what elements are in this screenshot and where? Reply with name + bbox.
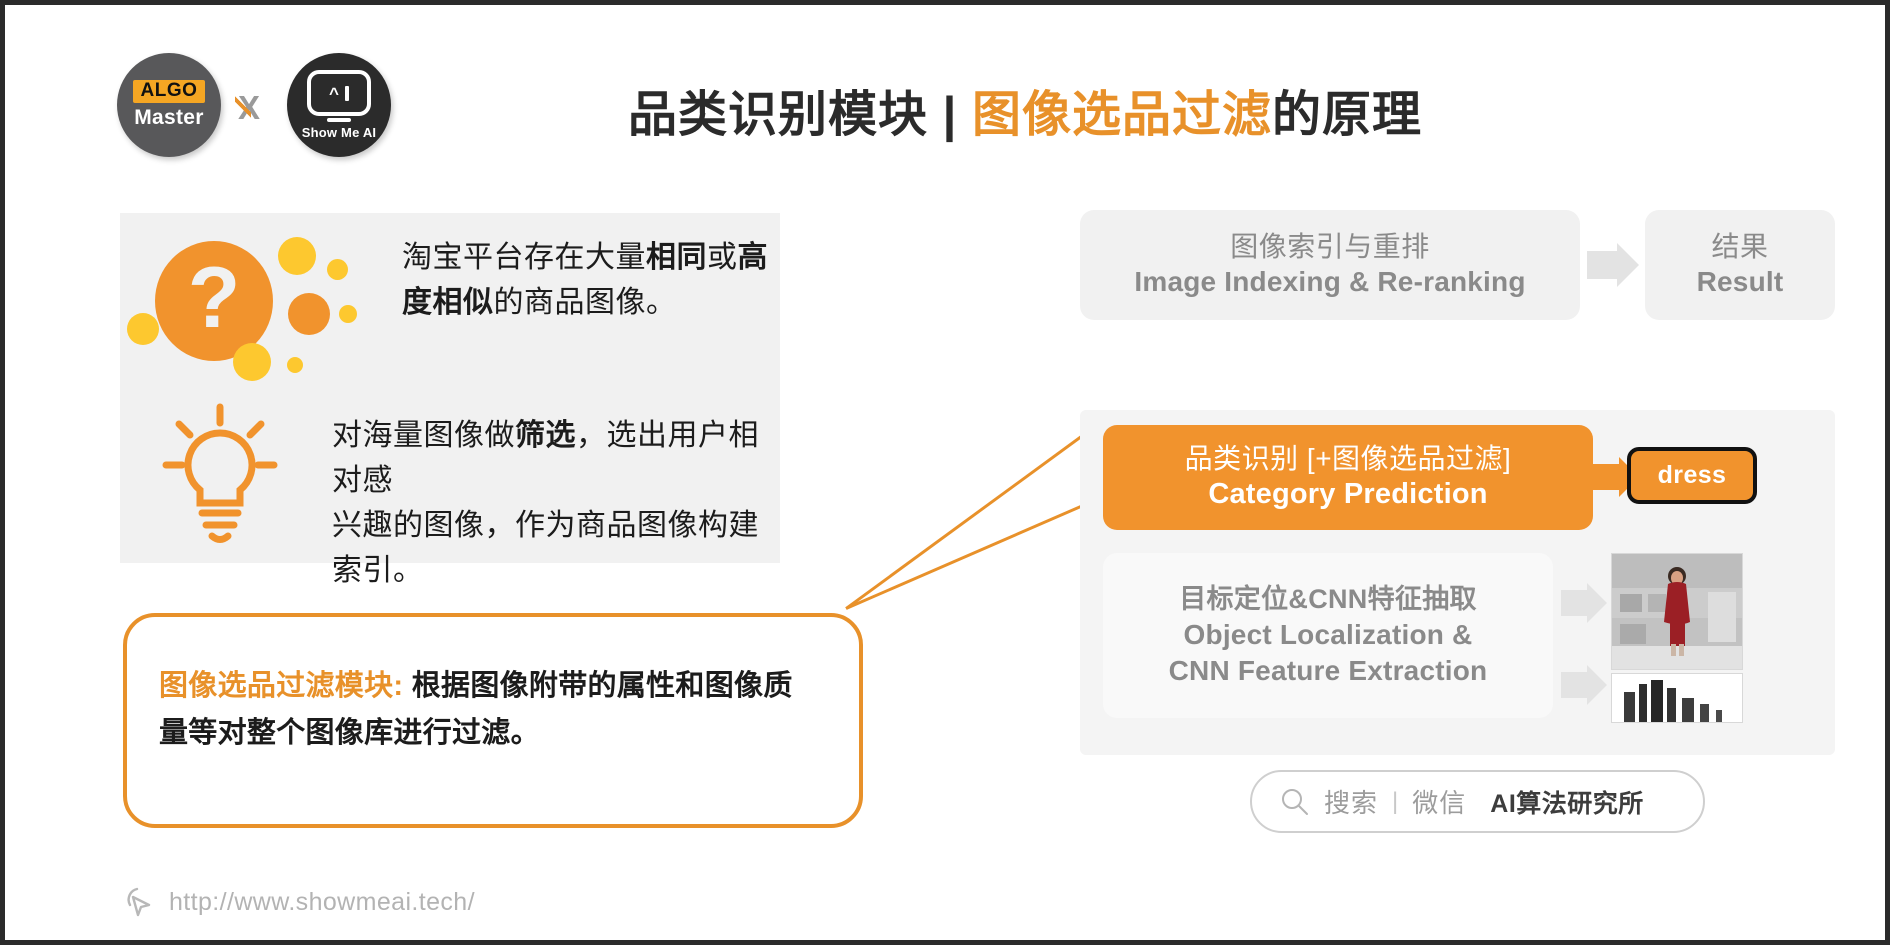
robot-stand [327,118,351,122]
category-prediction-box: 品类识别 [+图像选品过滤] Category Prediction [1103,425,1593,530]
result-en: Result [1696,266,1784,298]
p2-part1: 对海量图像做 [332,419,515,452]
result-cn: 结果 [1711,231,1769,263]
object-localization-en-2: CNN Feature Extraction [1168,655,1488,687]
arrow-right-icon [1587,243,1639,287]
deco-dot [327,259,348,280]
title-part-1: 品类识别模块 | [628,88,972,142]
p1-part2: 或 [707,241,738,274]
callout-line2: 量等对整个图像库进行过滤。 [159,716,540,749]
object-localization-cn: 目标定位&CNN特征抽取 [1179,584,1477,615]
logo-separator-x: X [234,89,261,126]
left-info-panel: ? 淘宝平台存在大量相同或高 度相似的商品图像。 对海量图像做筛选，选出用户相对… [120,213,780,587]
feature-histogram-thumbnail [1611,673,1743,723]
search-brand: AI算法研究所 [1490,789,1644,818]
robot-screen-icon: ^ [307,70,371,116]
paragraph-duplicate-images: 淘宝平台存在大量相同或高 度相似的商品图像。 [402,235,772,325]
page-title: 品类识别模块 | 图像选品过滤的原理 [525,75,1525,146]
category-prediction-en: Category Prediction [1208,478,1488,511]
p1-line2-bold: 度相似 [402,286,494,319]
p1-bold2: 高 [737,241,768,274]
deco-dot [288,293,330,335]
woman-in-red-dress-photo [1611,553,1743,670]
image-indexing-en: Image Indexing & Re-ranking [1134,266,1526,298]
result-box: 结果 Result [1645,210,1835,320]
image-indexing-cn: 图像索引与重排 [1230,231,1430,263]
object-localization-box: 目标定位&CNN特征抽取 Object Localization & CNN F… [1103,553,1553,718]
dress-label: dress [1657,461,1727,489]
callout-line1: 根据图像附带的属性和图像质 [411,670,793,702]
master-label: Master [134,106,204,130]
question-mark-icon: ? [127,231,360,381]
brand-logos: ALGO Master X ^ Show Me AI [105,53,405,158]
p2-bold1: 筛选 [515,419,576,452]
lightbulb-icon [162,403,278,543]
p1-line2-rest: 的商品图像。 [493,286,677,319]
category-prediction-cn: 品类识别 [+图像选品过滤] [1184,443,1512,475]
search-icon [1282,788,1308,815]
algo-label: ALGO [132,79,206,104]
arrow-right-icon [1561,665,1607,705]
footer-url[interactable]: http://www.showmeai.tech/ [169,888,475,917]
callout-text: 图像选品过滤模块: 根据图像附带的属性和图像质 量等对整个图像库进行过滤。 [159,663,839,757]
deco-dot [278,237,316,275]
wechat-search-bar[interactable]: 搜索 | 微信 AI算法研究所 [1250,770,1705,833]
show-me-ai-label: Show Me AI [301,125,377,140]
title-highlight: 图像选品过滤 [971,88,1272,142]
object-localization-en-1: Object Localization & [1183,619,1473,651]
footer: http://www.showmeai.tech/ [123,885,475,919]
cursor-pointer-icon [127,887,151,917]
p1-part1: 淘宝平台存在大量 [402,241,646,274]
search-divider: | [1392,787,1399,815]
caret-glyph: ^ [329,83,339,103]
callout-box: 图像选品过滤模块: 根据图像附带的属性和图像质 量等对整个图像库进行过滤。 [123,613,863,828]
show-me-ai-logo-icon: ^ Show Me AI [287,53,391,157]
paragraph-filter-images: 对海量图像做筛选，选出用户相对感 兴趣的图像，作为商品图像构建索引。 [332,413,772,593]
dress-label-badge: dress [1627,447,1757,504]
deco-dot [233,343,271,381]
title-part-2: 的原理 [1271,88,1422,142]
deco-dot [127,313,159,345]
image-indexing-box: 图像索引与重排 Image Indexing & Re-ranking [1080,210,1580,320]
deco-dot [287,357,303,373]
slide-root: ALGO Master X ^ Show Me AI 品类识别模块 | 图像选品… [0,0,1890,945]
bar-glyph [344,85,349,101]
algo-master-logo-icon: ALGO Master [117,53,221,157]
p1-bold1: 相同 [646,241,707,274]
search-channel: 微信 [1412,788,1467,818]
p2-line2: 兴趣的图像，作为商品图像构建索引。 [332,509,759,587]
callout-highlight: 图像选品过滤模块: [159,670,412,702]
search-placeholder: 搜索 [1324,788,1379,818]
deco-dot [339,305,357,323]
arrow-right-icon [1561,583,1607,623]
